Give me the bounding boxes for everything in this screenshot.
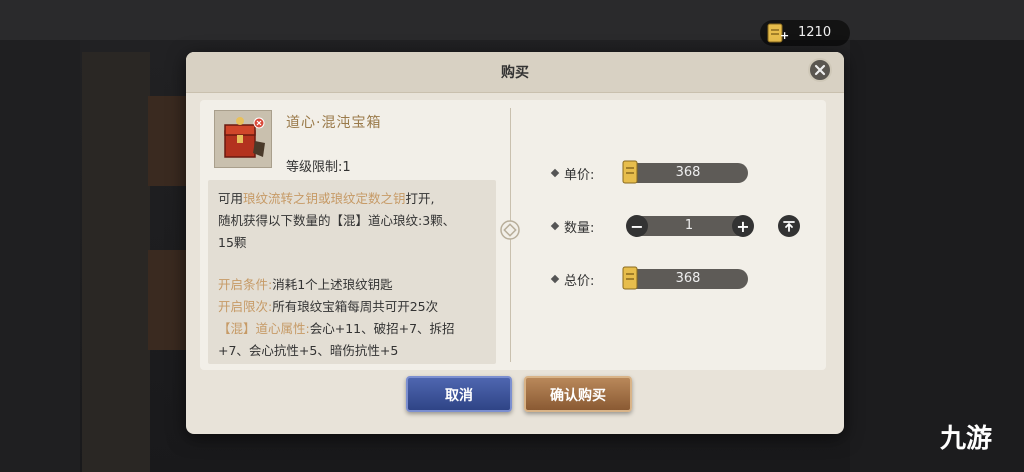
attributes-line2: +7、会心抗性+5、暗伤抗性+5 (218, 343, 399, 358)
currency-amount: 1210 (798, 25, 832, 40)
close-icon (814, 61, 826, 80)
description-line: 可用琅纹流转之钥或琅纹定数之钥打开, (218, 188, 435, 207)
max-quantity-button[interactable] (778, 215, 800, 237)
background-left-column (0, 40, 80, 472)
ticket-icon (620, 159, 640, 189)
background-list-column (82, 52, 150, 472)
ornament-icon (498, 218, 522, 246)
currency-display[interactable]: + 1210 (760, 20, 850, 46)
unit-price-label: 单价: (564, 168, 595, 183)
item-slot[interactable] (214, 110, 272, 168)
key-names: 琅纹流转之钥或琅纹定数之钥 (243, 191, 406, 206)
increase-quantity-button[interactable]: + (732, 215, 754, 237)
dialog-title: 购买 (501, 65, 529, 81)
attribute-label: 【混】道心属性: (218, 321, 310, 336)
limit-value: 所有琅纹宝箱每周共可开25次 (272, 299, 439, 314)
confirm-purchase-button[interactable]: 确认购买 (524, 376, 632, 412)
item-name: 道心·混沌宝箱 (286, 115, 382, 131)
background-card (148, 250, 188, 350)
description-line: 15颗 (218, 235, 247, 250)
treasure-chest-icon (215, 117, 271, 171)
quantity-label: 数量: (564, 221, 595, 236)
add-currency-icon[interactable]: + (780, 29, 789, 42)
description-line: 随机获得以下数量的【混】道心琅纹:3颗、 (218, 213, 456, 228)
cancel-button[interactable]: 取消 (406, 376, 512, 412)
open-condition: 开启条件:消耗1个上述琅纹钥匙 (218, 274, 393, 293)
open-limit: 开启限次:所有琅纹宝箱每周共可开25次 (218, 296, 438, 315)
background-right-area (850, 40, 1024, 472)
item-description: 可用琅纹流转之钥或琅纹定数之钥打开, 随机获得以下数量的【混】道心琅纹:3颗、 … (208, 180, 496, 364)
bullet-icon (550, 274, 560, 284)
total-price-value: 368 (628, 269, 748, 289)
unit-price-value: 368 (628, 163, 748, 183)
description-text: 可用 (218, 191, 244, 206)
decrease-quantity-button[interactable]: − (626, 215, 648, 237)
max-icon (783, 217, 795, 236)
condition-label: 开启条件: (218, 277, 273, 292)
content-panel: 道心·混沌宝箱 等级限制:1 可用琅纹流转之钥或琅纹定数之钥打开, 随机获得以下… (200, 100, 826, 370)
background-card (148, 96, 188, 186)
top-bar (0, 0, 1024, 40)
watermark-logo: 九游 (940, 424, 993, 454)
limit-label: 开启限次: (218, 299, 273, 314)
purchase-dialog: 购买 道心·混沌宝箱 等级限制:1 可用琅纹流转之钥或琅纹定数之钥打开, 随机获… (186, 52, 844, 434)
attribute-value: 会心+11、破招+7、拆招 (309, 321, 455, 336)
ticket-icon (620, 265, 640, 295)
condition-value: 消耗1个上述琅纹钥匙 (272, 277, 393, 292)
close-button[interactable] (808, 58, 832, 82)
dialog-header: 购买 (186, 52, 844, 93)
attributes: 【混】道心属性:会心+11、破招+7、拆招 (218, 318, 455, 337)
description-text: 打开, (405, 191, 435, 206)
bullet-icon (550, 221, 560, 231)
level-limit: 等级限制:1 (286, 160, 351, 175)
bullet-icon (550, 168, 560, 178)
total-price-label: 总价: (564, 274, 595, 289)
